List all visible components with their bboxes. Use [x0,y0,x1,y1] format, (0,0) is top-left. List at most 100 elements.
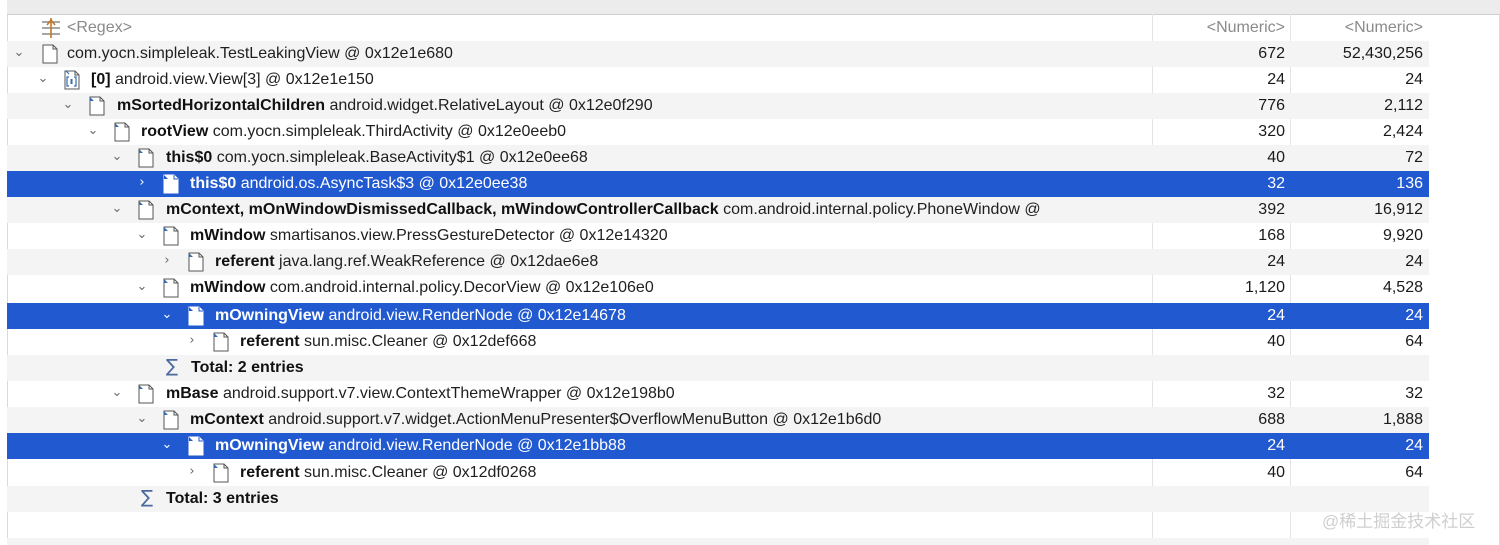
object-file-icon [138,148,154,168]
total-entries-label: Total: 3 entries [166,490,279,507]
tree-row-label: referent sun.misc.Cleaner @ 0x12def668 [240,333,537,350]
shallow-heap-cell: 24 [1267,437,1285,454]
shallow-heap-cell: 24 [1267,253,1285,270]
chevron-down-icon[interactable]: ⌄ [135,279,149,295]
tree-row[interactable]: ⌄ mContext, mOnWindowDismissedCallback, … [7,197,1429,223]
filter-row: <Regex> <Numeric> <Numeric> [7,15,1429,41]
shallow-heap-cell: 32 [1267,175,1285,192]
tree-row-label: mContext android.support.v7.widget.Actio… [190,411,882,428]
tree-row-label: com.yocn.simpleleak.TestLeakingView @ 0x… [67,45,453,62]
retained-heap-cell: 2,424 [1382,123,1423,140]
tree-row[interactable]: ⌄ mWindow com.android.internal.policy.De… [7,275,1429,301]
chevron-right-icon[interactable]: › [135,175,149,191]
chevron-down-icon[interactable]: ⌄ [110,149,124,165]
object-file-icon [213,463,229,483]
retained-heap-cell: 24 [1405,71,1423,88]
object-file-icon [188,436,204,456]
retained-heap-cell: 64 [1405,333,1423,350]
chevron-right-icon[interactable]: › [185,464,199,480]
chevron-down-icon[interactable]: ⌄ [160,307,174,323]
tree-row-label: this$0 com.yocn.simpleleak.BaseActivity$… [166,149,588,166]
tree-row[interactable]: ⌄ mBase android.support.v7.view.ContextT… [7,381,1429,407]
tree-row[interactable]: › referent java.lang.ref.WeakReference @… [7,249,1429,275]
tree-row-selected[interactable]: ⌄ mOwningView android.view.RenderNode @ … [7,303,1429,329]
sigma-sum-icon: ∑ [141,487,154,508]
retained-heap-cell: 24 [1405,307,1423,324]
tree-row-label: mSortedHorizontalChildren android.widget… [117,97,653,114]
chevron-right-icon[interactable]: › [160,253,174,269]
total-entries-label: Total: 2 entries [191,359,304,376]
tree-row[interactable]: ⌄ com.yocn.simpleleak.TestLeakingView @ … [7,41,1429,67]
tree-row[interactable]: ⌄ [0] android.view.View[3] @ 0x12e1e150 … [7,67,1429,93]
object-file-icon [163,410,179,430]
retained-heap-cell: 24 [1405,253,1423,270]
tree-row[interactable]: ⌄ this$0 com.yocn.simpleleak.BaseActivit… [7,145,1429,171]
tree-row[interactable]: › referent sun.misc.Cleaner @ 0x12df0268… [7,460,1429,486]
retained-heap-cell: 72 [1405,149,1423,166]
shallow-heap-cell: 168 [1258,227,1285,244]
name-filter-input[interactable]: <Regex> [67,18,132,38]
retained-heap-cell: 4,528 [1382,279,1423,296]
total-row: ∑ Total: 2 entries [7,355,1429,381]
chevron-down-icon[interactable]: ⌄ [110,201,124,217]
object-file-icon [163,174,179,194]
tree-row-label: mContext, mOnWindowDismissedCallback, mW… [166,201,1041,218]
tree-row-selected[interactable]: › this$0 android.os.AsyncTask$3 @ 0x12e0… [7,171,1429,197]
column-header-strip [7,0,1500,15]
shallow-heap-cell: 40 [1267,333,1285,350]
object-file-icon [138,384,154,404]
chevron-down-icon[interactable]: ⌄ [86,123,100,139]
total-row: ∑ Total: 3 entries [7,486,1429,512]
chevron-down-icon[interactable]: ⌄ [36,71,50,87]
tree-row-label: this$0 android.os.AsyncTask$3 @ 0x12e0ee… [190,175,528,192]
retained-heap-cell: 136 [1396,175,1423,192]
tree-row-label: referent java.lang.ref.WeakReference @ 0… [215,253,599,270]
chevron-down-icon[interactable]: ⌄ [110,385,124,401]
object-array-icon [64,70,80,90]
tree-row[interactable]: ⌄ mSortedHorizontalChildren android.widg… [7,93,1429,119]
retained-heap-cell: 16,912 [1374,201,1423,218]
object-file-icon [188,306,204,326]
empty-row [7,538,1429,545]
shallow-filter-input[interactable]: <Numeric> [1159,18,1285,38]
chevron-down-icon[interactable]: ⌄ [61,97,75,113]
tree-row[interactable]: › referent sun.misc.Cleaner @ 0x12def668… [7,329,1429,355]
retained-heap-cell: 24 [1405,437,1423,454]
chevron-down-icon[interactable]: ⌄ [135,227,149,243]
shallow-heap-cell: 40 [1267,149,1285,166]
tree-row-label: [0] android.view.View[3] @ 0x12e1e150 [91,71,374,88]
tree-row-label: referent sun.misc.Cleaner @ 0x12df0268 [240,464,537,481]
tree-row-selected[interactable]: ⌄ mOwningView android.view.RenderNode @ … [7,433,1429,459]
sigma-sum-icon: ∑ [166,356,179,377]
chevron-down-icon[interactable]: ⌄ [12,45,26,61]
empty-row [7,512,1429,538]
retained-heap-cell: 1,888 [1382,411,1423,428]
shallow-heap-cell: 776 [1258,97,1285,114]
chevron-down-icon[interactable]: ⌄ [160,437,174,453]
retained-filter-input[interactable]: <Numeric> [1297,18,1423,38]
object-file-icon [188,252,204,272]
object-file-icon [138,200,154,220]
shallow-heap-cell: 24 [1267,307,1285,324]
object-file-icon [89,96,105,116]
regex-filter-icon [42,18,60,38]
shallow-heap-cell: 688 [1258,411,1285,428]
tree-row-label: mOwningView android.view.RenderNode @ 0x… [215,307,626,324]
retained-heap-cell: 64 [1405,464,1423,481]
object-file-icon [163,278,179,298]
shallow-heap-cell: 320 [1258,123,1285,140]
tree-row[interactable]: ⌄ mWindow smartisanos.view.PressGestureD… [7,223,1429,249]
tree-row-label: mWindow com.android.internal.policy.Deco… [190,279,654,296]
tree-row-label: mWindow smartisanos.view.PressGestureDet… [190,227,668,244]
shallow-heap-cell: 1,120 [1244,279,1285,296]
object-file-icon [42,44,58,64]
tree-row[interactable]: ⌄ rootView com.yocn.simpleleak.ThirdActi… [7,119,1429,145]
chevron-down-icon[interactable]: ⌄ [135,411,149,427]
chevron-right-icon[interactable]: › [185,333,199,349]
retained-heap-cell: 32 [1405,385,1423,402]
shallow-heap-cell: 672 [1258,45,1285,62]
retained-heap-cell: 52,430,256 [1342,45,1423,62]
shallow-heap-cell: 32 [1267,385,1285,402]
tree-row[interactable]: ⌄ mContext android.support.v7.widget.Act… [7,407,1429,433]
watermark: @稀土掘金技术社区 [1322,512,1476,531]
